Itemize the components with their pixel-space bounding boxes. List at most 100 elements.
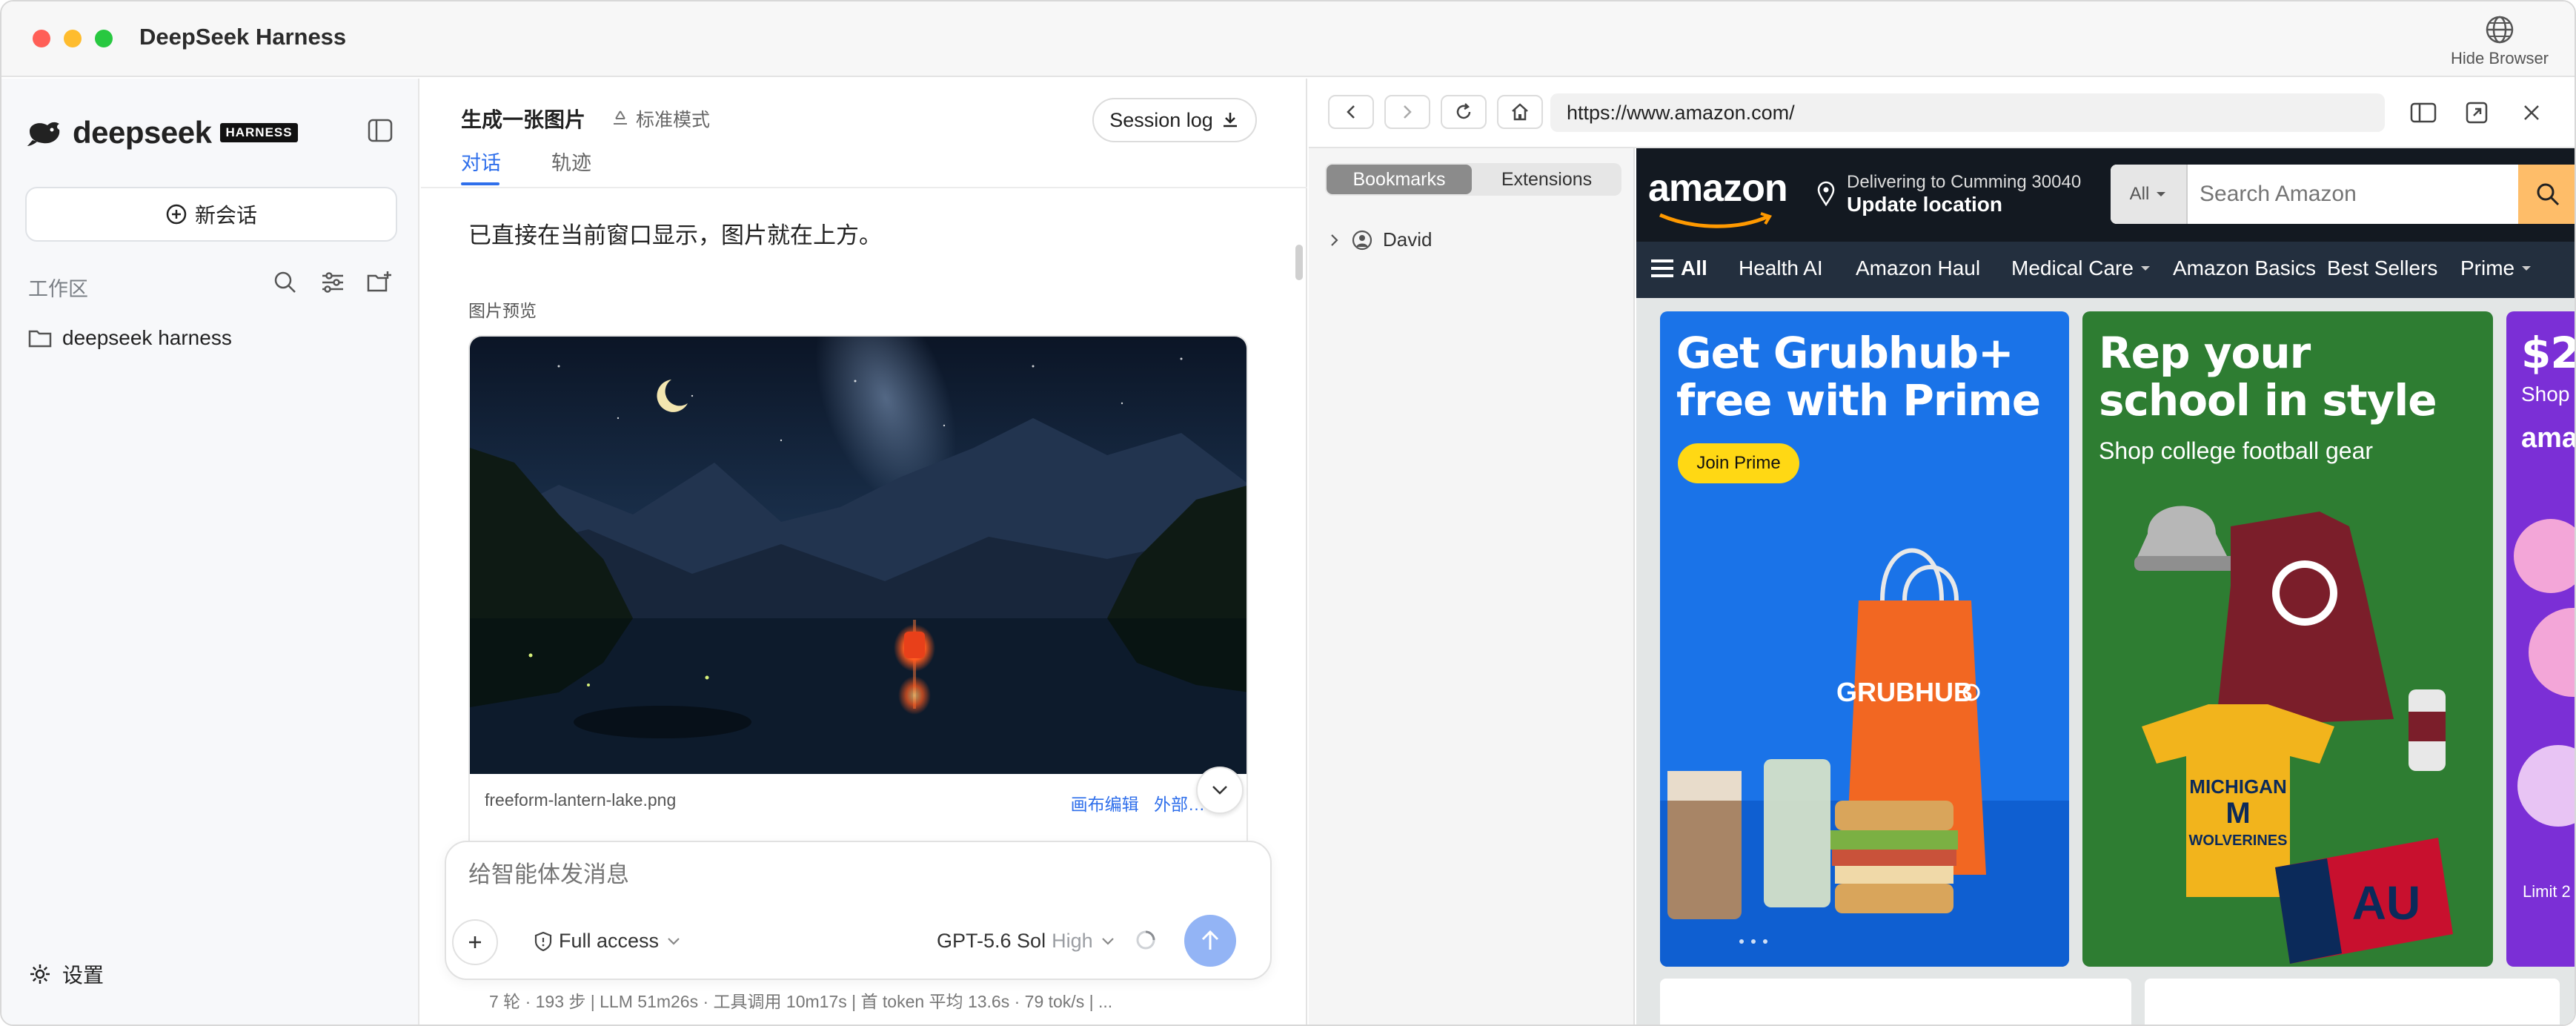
nav-best-sellers[interactable]: Best Sellers bbox=[2327, 256, 2437, 280]
caret-down-icon bbox=[2140, 266, 2150, 271]
college-gear-illustration: MICHIGAN M WOLVERINES AU bbox=[2134, 506, 2453, 964]
promo-title: Rep your school in style bbox=[2099, 329, 2437, 424]
promo-card-grubhub[interactable]: Get Grubhub+ free with Prime Join Prime … bbox=[1660, 311, 2069, 967]
promo-subtitle: Shop college football gear bbox=[2099, 437, 2374, 464]
promo-footer: Limit 2 bbox=[2523, 882, 2571, 901]
location-pin-icon bbox=[1817, 181, 1835, 206]
chat-scrollbar[interactable] bbox=[1295, 245, 1303, 280]
arrow-up-icon bbox=[1201, 930, 1219, 950]
amazon-logo[interactable]: amazon bbox=[1648, 166, 1788, 211]
model-level: High bbox=[1052, 930, 1093, 952]
search-category-dropdown[interactable]: All bbox=[2111, 165, 2188, 224]
bookmark-folder-item[interactable]: David bbox=[1330, 228, 1432, 251]
amazon-search-input[interactable] bbox=[2200, 165, 2489, 224]
back-button[interactable] bbox=[1328, 95, 1374, 129]
message-input[interactable] bbox=[468, 861, 1209, 888]
folder-label: deepseek harness bbox=[62, 326, 232, 349]
send-button[interactable] bbox=[1184, 915, 1236, 967]
promo-brand: ama bbox=[2521, 423, 2576, 454]
shirt-text-line3: WOLVERINES bbox=[2189, 833, 2288, 849]
chevron-left-icon bbox=[1347, 105, 1355, 119]
deliver-to[interactable]: Delivering to Cumming 30040 Update locat… bbox=[1847, 172, 2081, 216]
shield-icon bbox=[534, 931, 552, 951]
home-icon bbox=[1512, 103, 1528, 121]
bookmarks-tab[interactable]: Bookmarks bbox=[1327, 165, 1472, 194]
session-log-button[interactable]: Session log bbox=[1092, 98, 1257, 142]
chevron-right-icon bbox=[1331, 234, 1338, 246]
generated-image[interactable] bbox=[470, 337, 1248, 774]
access-label: Full access bbox=[559, 930, 660, 952]
new-chat-button[interactable]: 新会话 bbox=[25, 187, 397, 242]
sidebar-toggle-icon[interactable] bbox=[368, 119, 393, 142]
bookmarks-panel: Bookmarks Extensions David bbox=[1309, 148, 1635, 1025]
nav-amazon-haul[interactable]: Amazon Haul bbox=[1856, 256, 1980, 280]
close-icon[interactable] bbox=[2521, 102, 2542, 123]
product-card[interactable] bbox=[1660, 979, 2131, 1025]
logo: deepseek HARNESS bbox=[27, 114, 298, 151]
chat-panel: 生成一张图片 标准模式 Session log 对话 轨迹 已直接在当前窗口显示… bbox=[421, 79, 1307, 1025]
sidebar-panel-icon[interactable] bbox=[2410, 101, 2437, 125]
mode-indicator[interactable]: 标准模式 bbox=[611, 105, 710, 132]
browser-panel: https://www.amazon.com/ Bookmarks Extens… bbox=[1309, 79, 2576, 1025]
access-selector[interactable]: Full access bbox=[534, 930, 681, 953]
home-button[interactable] bbox=[1497, 95, 1543, 129]
settings-button[interactable]: 设置 bbox=[28, 959, 104, 989]
mode-label: 标准模式 bbox=[636, 110, 711, 130]
reload-button[interactable] bbox=[1441, 95, 1487, 129]
title-bar: DeepSeek Harness Hide Browser bbox=[1, 1, 2575, 77]
amazon-page: amazon Delivering to Cumming 30040 Updat… bbox=[1636, 148, 2576, 1025]
close-window-button[interactable] bbox=[33, 30, 50, 47]
folder-icon bbox=[28, 330, 52, 348]
tab-conversation[interactable]: 对话 bbox=[461, 147, 501, 176]
attach-button[interactable] bbox=[452, 919, 498, 965]
amazon-search-button[interactable] bbox=[2518, 165, 2575, 224]
gear-icon bbox=[30, 964, 50, 984]
chat-title: 生成一张图片 bbox=[461, 108, 586, 131]
promo-card-partial[interactable]: $2 Shop ama Limit 2 bbox=[2506, 311, 2576, 967]
folder-item[interactable]: deepseek harness bbox=[28, 326, 232, 350]
nav-health-ai[interactable]: Health AI bbox=[1739, 256, 1823, 280]
filter-icon[interactable] bbox=[320, 270, 345, 295]
amazon-smile-icon bbox=[1659, 212, 1772, 228]
bookmarks-segmented-control: Bookmarks Extensions bbox=[1325, 163, 1621, 196]
search-icon bbox=[2537, 183, 2560, 206]
whale-logo-icon bbox=[27, 122, 60, 146]
open-external-icon[interactable] bbox=[2465, 101, 2489, 125]
chevron-down-icon bbox=[668, 937, 680, 945]
url-bar[interactable]: https://www.amazon.com/ bbox=[1550, 93, 2385, 132]
promo-card-college[interactable]: Rep your school in style Shop college fo… bbox=[2082, 311, 2493, 967]
image-preview-label: 图片预览 bbox=[468, 301, 537, 320]
tab-trace[interactable]: 轨迹 bbox=[551, 147, 591, 176]
chevron-down-icon bbox=[1101, 937, 1114, 945]
search-category-label: All bbox=[2129, 184, 2150, 204]
nav-amazon-basics[interactable]: Amazon Basics bbox=[2173, 256, 2316, 280]
globe-icon bbox=[2486, 16, 2514, 44]
nav-all-label: All bbox=[1681, 256, 1707, 279]
promo-title-line1: Rep your bbox=[2099, 328, 2311, 378]
minimize-window-button[interactable] bbox=[64, 30, 82, 47]
download-icon bbox=[1223, 113, 1237, 128]
amazon-nav: All Health AI Amazon Haul Medical Care A… bbox=[1636, 242, 2575, 298]
loading-spinner-icon bbox=[1136, 930, 1155, 950]
canvas-edit-link[interactable]: 画布编辑 bbox=[1071, 795, 1139, 814]
nav-prime[interactable]: Prime bbox=[2460, 256, 2532, 280]
workspace-label: 工作区 bbox=[28, 278, 88, 300]
scroll-down-button[interactable] bbox=[1196, 767, 1244, 814]
promo-title: Get Grubhub+ free with Prime bbox=[1676, 329, 2041, 424]
chevron-down-icon bbox=[1212, 786, 1227, 795]
sidebar: deepseek HARNESS 新会话 工作区 deepseek harnes… bbox=[1, 79, 419, 1025]
search-icon[interactable] bbox=[273, 270, 298, 295]
image-preview-card: freeform-lantern-lake.png 画布编辑 外部… bbox=[468, 335, 1248, 898]
zoom-window-button[interactable] bbox=[95, 30, 113, 47]
product-card[interactable] bbox=[2145, 979, 2560, 1025]
nav-all[interactable]: All bbox=[1650, 256, 1707, 280]
join-prime-button[interactable]: Join Prime bbox=[1678, 443, 1799, 483]
model-selector[interactable]: GPT-5.6 Sol High bbox=[937, 930, 1115, 953]
forward-button[interactable] bbox=[1384, 95, 1430, 129]
image-filename: freeform-lantern-lake.png bbox=[485, 790, 677, 810]
nav-medical-care[interactable]: Medical Care bbox=[2011, 256, 2151, 280]
hide-browser-button[interactable]: Hide Browser bbox=[2444, 15, 2555, 68]
recycle-icon bbox=[614, 110, 627, 125]
extensions-tab[interactable]: Extensions bbox=[1473, 165, 1620, 194]
new-folder-icon[interactable] bbox=[366, 270, 393, 295]
